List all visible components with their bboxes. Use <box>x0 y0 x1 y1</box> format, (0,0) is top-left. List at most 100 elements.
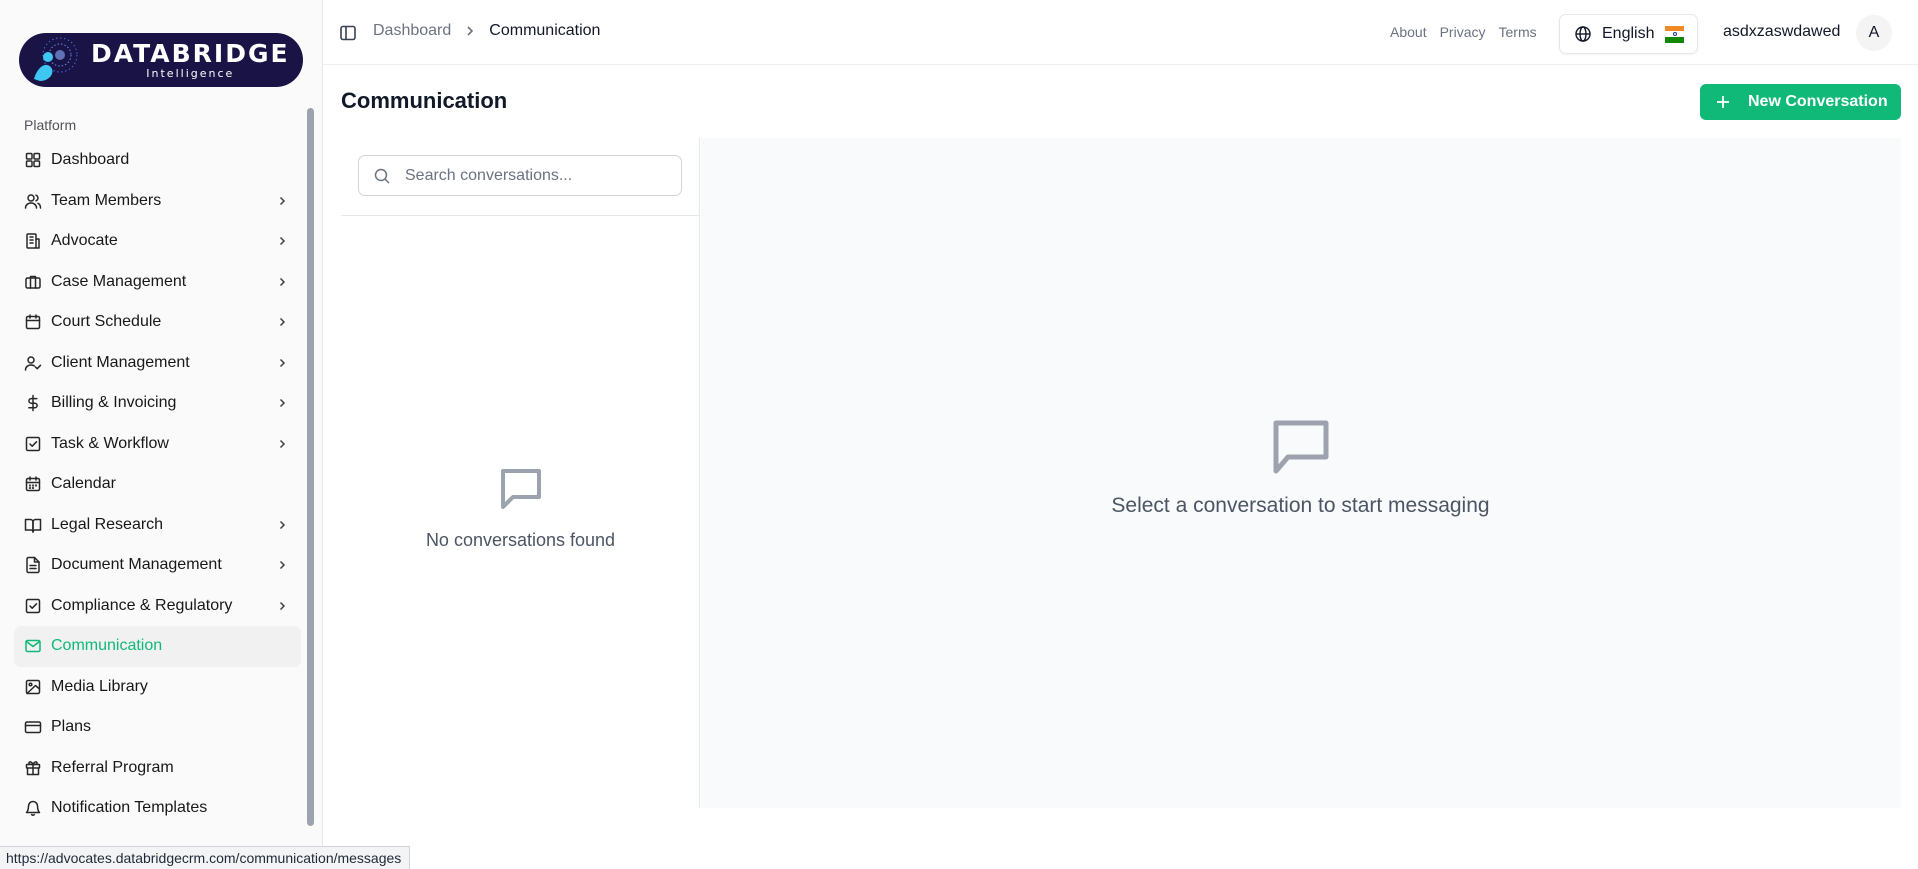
sidebar-item-label: Referral Program <box>51 758 174 776</box>
bell-icon <box>24 799 42 817</box>
terms-link[interactable]: Terms <box>1499 24 1537 40</box>
chevron-right-icon <box>275 234 289 248</box>
checkbox-icon <box>24 435 42 453</box>
sidebar-item-billing-and-invoicing[interactable]: Billing & Invoicing <box>14 383 301 424</box>
sidebar-item-label: Communication <box>51 637 163 655</box>
sidebar-item-advocate[interactable]: Advocate <box>14 221 301 262</box>
sidebar-item-label: Billing & Invoicing <box>51 394 177 412</box>
sidebar-item-media-library[interactable]: Media Library <box>14 667 301 708</box>
chat-empty-state: Select a conversation to start messaging <box>701 415 1901 518</box>
sidebar-item-compliance-and-regulatory[interactable]: Compliance & Regulatory <box>14 586 301 627</box>
sidebar-item-client-management[interactable]: Client Management <box>14 343 301 384</box>
sidebar-item-referral-program[interactable]: Referral Program <box>14 748 301 789</box>
user-name[interactable]: asdxzaswdawed <box>1723 23 1840 41</box>
user-check-icon <box>24 354 42 372</box>
breadcrumb-current: Communication <box>489 22 601 39</box>
sidebar-item-label: Court Schedule <box>51 313 162 331</box>
chevron-right-icon <box>275 194 289 208</box>
top-links: About Privacy Terms <box>1390 24 1550 40</box>
chevron-right-icon <box>463 24 477 38</box>
avatar[interactable]: A <box>1856 15 1892 51</box>
databridge-logo[interactable]: DATABRIDGE Intelligence <box>19 33 303 87</box>
chevron-right-icon <box>275 315 289 329</box>
language-label: English <box>1602 25 1655 42</box>
sidebar-item-label: Team Members <box>51 191 162 209</box>
chevron-right-icon <box>275 558 289 572</box>
no-conversations-text: No conversations found <box>425 530 616 550</box>
file-text-icon <box>24 556 42 574</box>
chevron-right-icon <box>275 396 289 410</box>
sidebar-item-calendar[interactable]: Calendar <box>14 464 301 505</box>
sidebar-item-label: Plans <box>51 718 92 736</box>
sidebar-item-label: Case Management <box>51 272 187 290</box>
language-selector-button[interactable]: English <box>1559 14 1698 54</box>
sidebar-scrollbar[interactable] <box>307 108 314 826</box>
select-conversation-text: Select a conversation to start messaging <box>1111 494 1490 517</box>
sidebar-item-communication[interactable]: Communication <box>14 626 301 667</box>
sidebar-item-label: Calendar <box>51 475 116 493</box>
search-input[interactable] <box>405 166 675 185</box>
sidebar-item-team-members[interactable]: Team Members <box>14 181 301 222</box>
sidebar-item-dashboard[interactable]: Dashboard <box>14 140 301 181</box>
mail-icon <box>24 637 42 655</box>
search-box[interactable] <box>358 155 682 196</box>
message-square-icon <box>497 463 545 516</box>
sidebar-item-task-and-workflow[interactable]: Task & Workflow <box>14 424 301 465</box>
sidebar-item-label: Media Library <box>51 677 148 695</box>
new-conversation-button[interactable]: New Conversation <box>1700 84 1901 120</box>
sidebar: DATABRIDGE Intelligence Platform Dashboa… <box>0 0 323 869</box>
chevron-right-icon <box>275 518 289 532</box>
sidebar-item-label: Notification Templates <box>51 799 208 817</box>
sidebar-item-label: Advocate <box>51 232 118 250</box>
book-open-icon <box>24 516 42 534</box>
conversation-list-empty-state: No conversations found <box>341 463 700 551</box>
sidebar-item-label: Client Management <box>51 353 190 371</box>
briefcase-icon <box>24 273 42 291</box>
sidebar-item-label: Document Management <box>51 556 222 574</box>
sidebar-item-legal-research[interactable]: Legal Research <box>14 505 301 546</box>
status-bar-url: https://advocates.databridgecrm.com/comm… <box>0 846 411 869</box>
chevron-right-icon <box>275 599 289 613</box>
sidebar-item-label: Compliance & Regulatory <box>51 596 233 614</box>
top-bar: Dashboard Communication About Privacy Te… <box>323 0 1918 65</box>
chevron-right-icon <box>275 437 289 451</box>
logo-title: DATABRIDGE <box>91 38 290 68</box>
sidebar-item-case-management[interactable]: Case Management <box>14 262 301 303</box>
sidebar-item-document-management[interactable]: Document Management <box>14 545 301 586</box>
sidebar-item-notification-templates[interactable]: Notification Templates <box>14 788 301 829</box>
sidebar-item-court-schedule[interactable]: Court Schedule <box>14 302 301 343</box>
logo-subtitle: Intelligence <box>146 66 235 80</box>
conversation-list-panel: No conversations found <box>341 138 700 808</box>
chat-panel: Select a conversation to start messaging <box>701 138 1901 808</box>
breadcrumb: Dashboard Communication <box>373 22 600 40</box>
plus-icon <box>1714 93 1732 111</box>
image-icon <box>24 678 42 696</box>
credit-card-icon <box>24 718 42 736</box>
chevron-right-icon <box>275 275 289 289</box>
breadcrumb-dashboard-link[interactable]: Dashboard <box>373 22 451 40</box>
about-link[interactable]: About <box>1390 24 1427 40</box>
dollar-icon <box>24 394 42 412</box>
sidebar-item-plans[interactable]: Plans <box>14 707 301 748</box>
users-icon <box>24 192 42 210</box>
india-flag-icon <box>1665 25 1685 43</box>
calendar-days-icon <box>24 475 42 493</box>
sidebar-group-label: Platform <box>24 117 77 133</box>
sidebar-item-label: Legal Research <box>51 515 164 533</box>
privacy-link[interactable]: Privacy <box>1440 24 1486 40</box>
layout-grid-icon <box>24 151 42 169</box>
calendar-icon <box>24 313 42 331</box>
sidebar-nav: Dashboard Team Members Advocate Case Manage… <box>14 140 301 829</box>
logo-globe-icon <box>19 33 89 87</box>
chevron-right-icon <box>275 356 289 370</box>
page-title: Communication <box>341 88 508 113</box>
divider <box>341 215 700 216</box>
sidebar-toggle-icon[interactable] <box>339 24 357 42</box>
message-square-icon <box>1270 415 1332 482</box>
checkbox-icon <box>24 597 42 615</box>
new-conversation-label: New Conversation <box>1748 93 1888 110</box>
search-icon <box>373 167 391 185</box>
sidebar-item-label: Dashboard <box>51 151 130 169</box>
sidebar-item-label: Task & Workflow <box>51 434 169 452</box>
gift-icon <box>24 759 42 777</box>
